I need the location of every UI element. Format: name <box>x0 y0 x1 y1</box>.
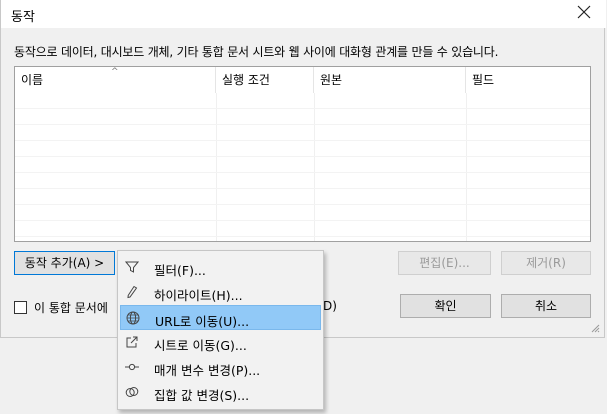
table-row <box>15 157 590 173</box>
menu-item-change-parameter[interactable]: 매개 변수 변경(P)... <box>120 355 321 380</box>
close-button[interactable] <box>568 0 600 26</box>
column-header-trigger[interactable]: 실행 조건 <box>216 67 314 93</box>
filter-icon <box>125 261 139 273</box>
highlight-pen-icon <box>127 285 138 299</box>
close-icon <box>577 5 591 19</box>
menu-item-change-set-values[interactable]: 집합 값 변경(S)... <box>120 380 321 405</box>
remove-button[interactable]: 제거(R) <box>501 251 591 275</box>
table-row <box>15 189 590 205</box>
table-row <box>15 125 590 141</box>
menu-item-highlight[interactable]: 하이라이트(H)... <box>120 280 321 305</box>
title-bar: 동작 <box>1 0 606 28</box>
table-row <box>15 205 590 221</box>
table-header: 이름 ^ 실행 조건 원본 필드 <box>15 67 590 93</box>
table-row <box>15 93 590 109</box>
menu-item-filter[interactable]: 필터(F)... <box>120 255 321 280</box>
edit-button[interactable]: 편집(E)... <box>398 251 491 275</box>
external-link-icon <box>126 336 138 348</box>
description-text: 동작으로 데이터, 대시보드 개체, 기타 통합 문서 시트와 웹 사이에 대화… <box>14 45 499 59</box>
parameter-icon <box>125 363 139 371</box>
actions-table[interactable]: 이름 ^ 실행 조건 원본 필드 <box>14 66 591 242</box>
add-action-button[interactable]: 동작 추가(A) > <box>14 251 115 275</box>
column-header-name[interactable]: 이름 ^ <box>15 67 216 93</box>
menu-item-go-to-url[interactable]: URL로 이동(U)... <box>120 305 321 330</box>
add-action-menu: 필터(F)... 하이라이트(H)... URL로 이동(U)... 시트로 이… <box>117 250 324 410</box>
globe-icon <box>126 311 140 325</box>
checkbox-label-tail: D) <box>323 299 337 313</box>
column-header-fields[interactable]: 필드 <box>466 67 590 93</box>
checkbox-label: 이 통합 문서에 <box>34 301 108 315</box>
table-row <box>15 221 590 237</box>
table-row <box>15 109 590 125</box>
table-row <box>15 173 590 189</box>
ok-button[interactable]: 확인 <box>400 294 491 318</box>
cancel-button[interactable]: 취소 <box>501 294 591 318</box>
set-icon <box>125 387 139 397</box>
menu-item-go-to-sheet[interactable]: 시트로 이동(G)... <box>120 330 321 355</box>
resize-grip-icon[interactable] <box>590 323 600 333</box>
table-row <box>15 141 590 157</box>
column-header-source[interactable]: 원본 <box>314 67 466 93</box>
workbook-checkbox[interactable] <box>14 301 27 314</box>
dialog-title: 동작 <box>11 10 35 25</box>
sort-ascending-icon: ^ <box>111 67 119 77</box>
